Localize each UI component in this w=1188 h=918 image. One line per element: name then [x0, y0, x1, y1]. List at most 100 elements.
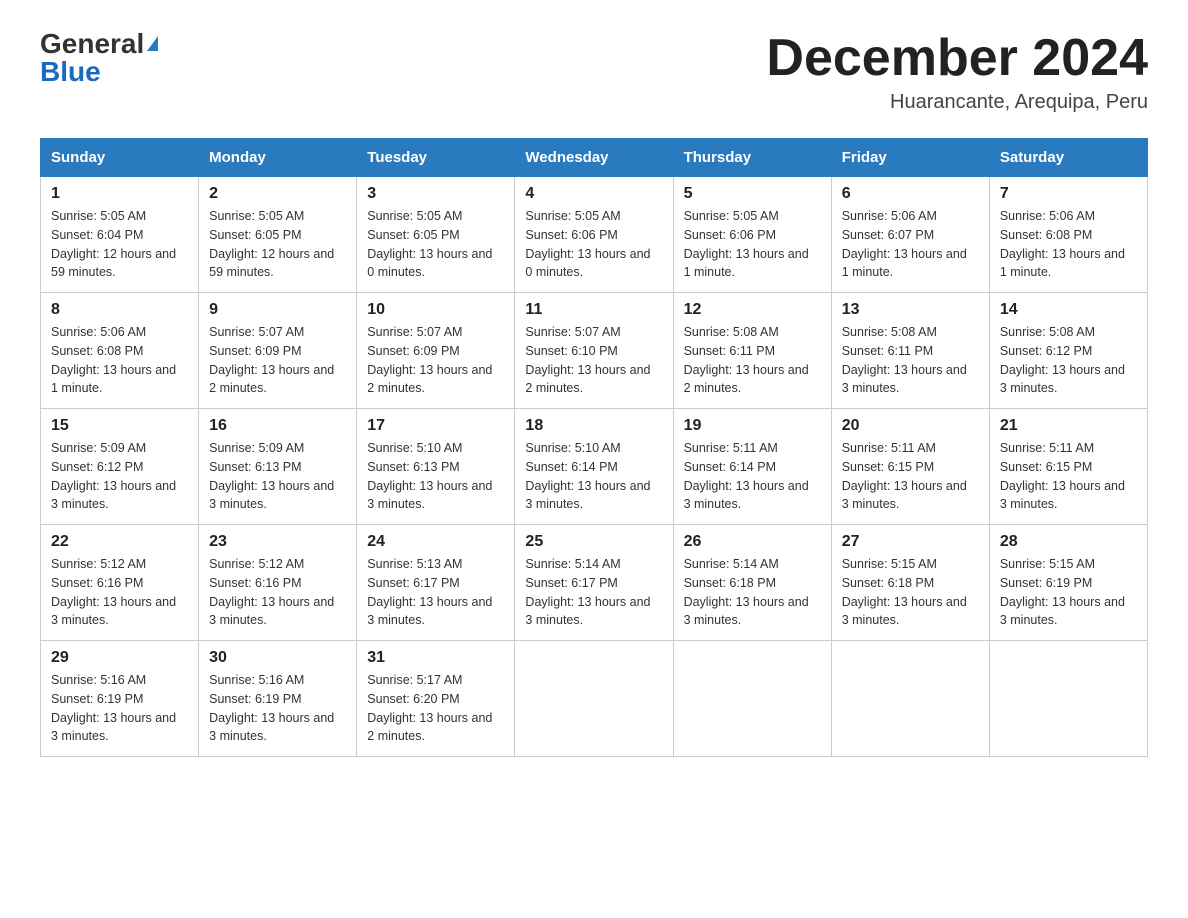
calendar-cell: 16 Sunrise: 5:09 AMSunset: 6:13 PMDayligh… — [199, 409, 357, 525]
day-info: Sunrise: 5:12 AMSunset: 6:16 PMDaylight:… — [51, 555, 188, 630]
day-info: Sunrise: 5:17 AMSunset: 6:20 PMDaylight:… — [367, 671, 504, 746]
day-number: 20 — [842, 417, 979, 435]
calendar-cell: 12Sunrise: 5:08 AMSunset: 6:11 PMDayligh… — [673, 293, 831, 409]
calendar-cell: 21 Sunrise: 5:11 AMSunset: 6:15 PMDayligh… — [989, 409, 1147, 525]
calendar-cell — [831, 641, 989, 757]
day-info: Sunrise: 5:08 AMSunset: 6:12 PMDaylight:… — [1000, 323, 1137, 398]
month-title: December 2024 — [766, 30, 1148, 87]
calendar-cell: 5 Sunrise: 5:05 AMSunset: 6:06 PMDaylight… — [673, 177, 831, 293]
day-info: Sunrise: 5:16 AMSunset: 6:19 PMDaylight:… — [209, 671, 346, 746]
weekday-header-saturday: Saturday — [989, 139, 1147, 177]
calendar-cell: 17 Sunrise: 5:10 AMSunset: 6:13 PMDayligh… — [357, 409, 515, 525]
day-number: 13 — [842, 301, 979, 319]
day-number: 8 — [51, 301, 188, 319]
day-info: Sunrise: 5:05 AMSunset: 6:06 PMDaylight:… — [684, 207, 821, 282]
day-number: 24 — [367, 533, 504, 551]
calendar-week-row: 8 Sunrise: 5:06 AMSunset: 6:08 PMDaylight… — [41, 293, 1148, 409]
weekday-header-friday: Friday — [831, 139, 989, 177]
logo-general-row: General — [40, 30, 158, 58]
day-info: Sunrise: 5:10 AMSunset: 6:13 PMDaylight:… — [367, 439, 504, 514]
calendar-week-row: 22 Sunrise: 5:12 AMSunset: 6:16 PMDayligh… — [41, 525, 1148, 641]
day-info: Sunrise: 5:11 AMSunset: 6:14 PMDaylight:… — [684, 439, 821, 514]
day-info: Sunrise: 5:09 AMSunset: 6:12 PMDaylight:… — [51, 439, 188, 514]
calendar-cell: 14Sunrise: 5:08 AMSunset: 6:12 PMDayligh… — [989, 293, 1147, 409]
day-info: Sunrise: 5:16 AMSunset: 6:19 PMDaylight:… — [51, 671, 188, 746]
calendar-cell: 15 Sunrise: 5:09 AMSunset: 6:12 PMDayligh… — [41, 409, 199, 525]
day-number: 2 — [209, 185, 346, 203]
day-info: Sunrise: 5:05 AMSunset: 6:06 PMDaylight:… — [525, 207, 662, 282]
calendar-cell: 26 Sunrise: 5:14 AMSunset: 6:18 PMDayligh… — [673, 525, 831, 641]
calendar-cell: 29 Sunrise: 5:16 AMSunset: 6:19 PMDayligh… — [41, 641, 199, 757]
day-number: 16 — [209, 417, 346, 435]
day-info: Sunrise: 5:07 AMSunset: 6:10 PMDaylight:… — [525, 323, 662, 398]
day-number: 5 — [684, 185, 821, 203]
calendar-cell: 8 Sunrise: 5:06 AMSunset: 6:08 PMDaylight… — [41, 293, 199, 409]
title-section: December 2024 Huarancante, Arequipa, Per… — [766, 30, 1148, 114]
day-info: Sunrise: 5:05 AMSunset: 6:05 PMDaylight:… — [367, 207, 504, 282]
day-number: 1 — [51, 185, 188, 203]
day-number: 15 — [51, 417, 188, 435]
weekday-header-wednesday: Wednesday — [515, 139, 673, 177]
calendar-cell: 23 Sunrise: 5:12 AMSunset: 6:16 PMDayligh… — [199, 525, 357, 641]
calendar-cell: 20Sunrise: 5:11 AMSunset: 6:15 PMDayligh… — [831, 409, 989, 525]
day-info: Sunrise: 5:08 AMSunset: 6:11 PMDaylight:… — [842, 323, 979, 398]
day-number: 23 — [209, 533, 346, 551]
calendar-week-row: 1 Sunrise: 5:05 AMSunset: 6:04 PMDaylight… — [41, 177, 1148, 293]
day-number: 28 — [1000, 533, 1137, 551]
day-info: Sunrise: 5:14 AMSunset: 6:18 PMDaylight:… — [684, 555, 821, 630]
day-info: Sunrise: 5:14 AMSunset: 6:17 PMDaylight:… — [525, 555, 662, 630]
page-header: General Blue December 2024 Huarancante, … — [40, 30, 1148, 114]
day-info: Sunrise: 5:10 AMSunset: 6:14 PMDaylight:… — [525, 439, 662, 514]
day-number: 6 — [842, 185, 979, 203]
calendar-week-row: 29 Sunrise: 5:16 AMSunset: 6:19 PMDayligh… — [41, 641, 1148, 757]
day-number: 4 — [525, 185, 662, 203]
logo-general-text: General — [40, 30, 144, 58]
calendar-cell — [989, 641, 1147, 757]
calendar-cell: 30 Sunrise: 5:16 AMSunset: 6:19 PMDayligh… — [199, 641, 357, 757]
day-info: Sunrise: 5:13 AMSunset: 6:17 PMDaylight:… — [367, 555, 504, 630]
calendar-cell: 11 Sunrise: 5:07 AMSunset: 6:10 PMDayligh… — [515, 293, 673, 409]
day-info: Sunrise: 5:07 AMSunset: 6:09 PMDaylight:… — [367, 323, 504, 398]
calendar-cell: 24 Sunrise: 5:13 AMSunset: 6:17 PMDayligh… — [357, 525, 515, 641]
day-number: 21 — [1000, 417, 1137, 435]
day-number: 11 — [525, 301, 662, 319]
calendar-cell: 9 Sunrise: 5:07 AMSunset: 6:09 PMDaylight… — [199, 293, 357, 409]
logo-triangle-icon — [147, 36, 158, 51]
day-number: 12 — [684, 301, 821, 319]
day-number: 9 — [209, 301, 346, 319]
day-number: 26 — [684, 533, 821, 551]
day-number: 22 — [51, 533, 188, 551]
day-info: Sunrise: 5:12 AMSunset: 6:16 PMDaylight:… — [209, 555, 346, 630]
day-info: Sunrise: 5:11 AMSunset: 6:15 PMDaylight:… — [1000, 439, 1137, 514]
day-info: Sunrise: 5:07 AMSunset: 6:09 PMDaylight:… — [209, 323, 346, 398]
day-number: 7 — [1000, 185, 1137, 203]
weekday-header-monday: Monday — [199, 139, 357, 177]
day-number: 3 — [367, 185, 504, 203]
day-info: Sunrise: 5:15 AMSunset: 6:19 PMDaylight:… — [1000, 555, 1137, 630]
day-number: 27 — [842, 533, 979, 551]
weekday-header-sunday: Sunday — [41, 139, 199, 177]
day-number: 29 — [51, 649, 188, 667]
calendar-cell: 19 Sunrise: 5:11 AMSunset: 6:14 PMDayligh… — [673, 409, 831, 525]
calendar-cell: 3 Sunrise: 5:05 AMSunset: 6:05 PMDaylight… — [357, 177, 515, 293]
day-info: Sunrise: 5:06 AMSunset: 6:08 PMDaylight:… — [51, 323, 188, 398]
location-text: Huarancante, Arequipa, Peru — [766, 91, 1148, 114]
calendar-cell: 10 Sunrise: 5:07 AMSunset: 6:09 PMDayligh… — [357, 293, 515, 409]
calendar-cell: 22 Sunrise: 5:12 AMSunset: 6:16 PMDayligh… — [41, 525, 199, 641]
day-number: 10 — [367, 301, 504, 319]
calendar-table: SundayMondayTuesdayWednesdayThursdayFrid… — [40, 138, 1148, 757]
calendar-cell: 1 Sunrise: 5:05 AMSunset: 6:04 PMDaylight… — [41, 177, 199, 293]
calendar-cell: 31Sunrise: 5:17 AMSunset: 6:20 PMDayligh… — [357, 641, 515, 757]
weekday-header-thursday: Thursday — [673, 139, 831, 177]
day-number: 19 — [684, 417, 821, 435]
day-info: Sunrise: 5:05 AMSunset: 6:05 PMDaylight:… — [209, 207, 346, 282]
day-number: 30 — [209, 649, 346, 667]
day-info: Sunrise: 5:05 AMSunset: 6:04 PMDaylight:… — [51, 207, 188, 282]
day-info: Sunrise: 5:15 AMSunset: 6:18 PMDaylight:… — [842, 555, 979, 630]
day-info: Sunrise: 5:09 AMSunset: 6:13 PMDaylight:… — [209, 439, 346, 514]
day-number: 25 — [525, 533, 662, 551]
calendar-cell: 28 Sunrise: 5:15 AMSunset: 6:19 PMDayligh… — [989, 525, 1147, 641]
logo: General Blue — [40, 30, 158, 86]
day-number: 17 — [367, 417, 504, 435]
day-info: Sunrise: 5:06 AMSunset: 6:07 PMDaylight:… — [842, 207, 979, 282]
